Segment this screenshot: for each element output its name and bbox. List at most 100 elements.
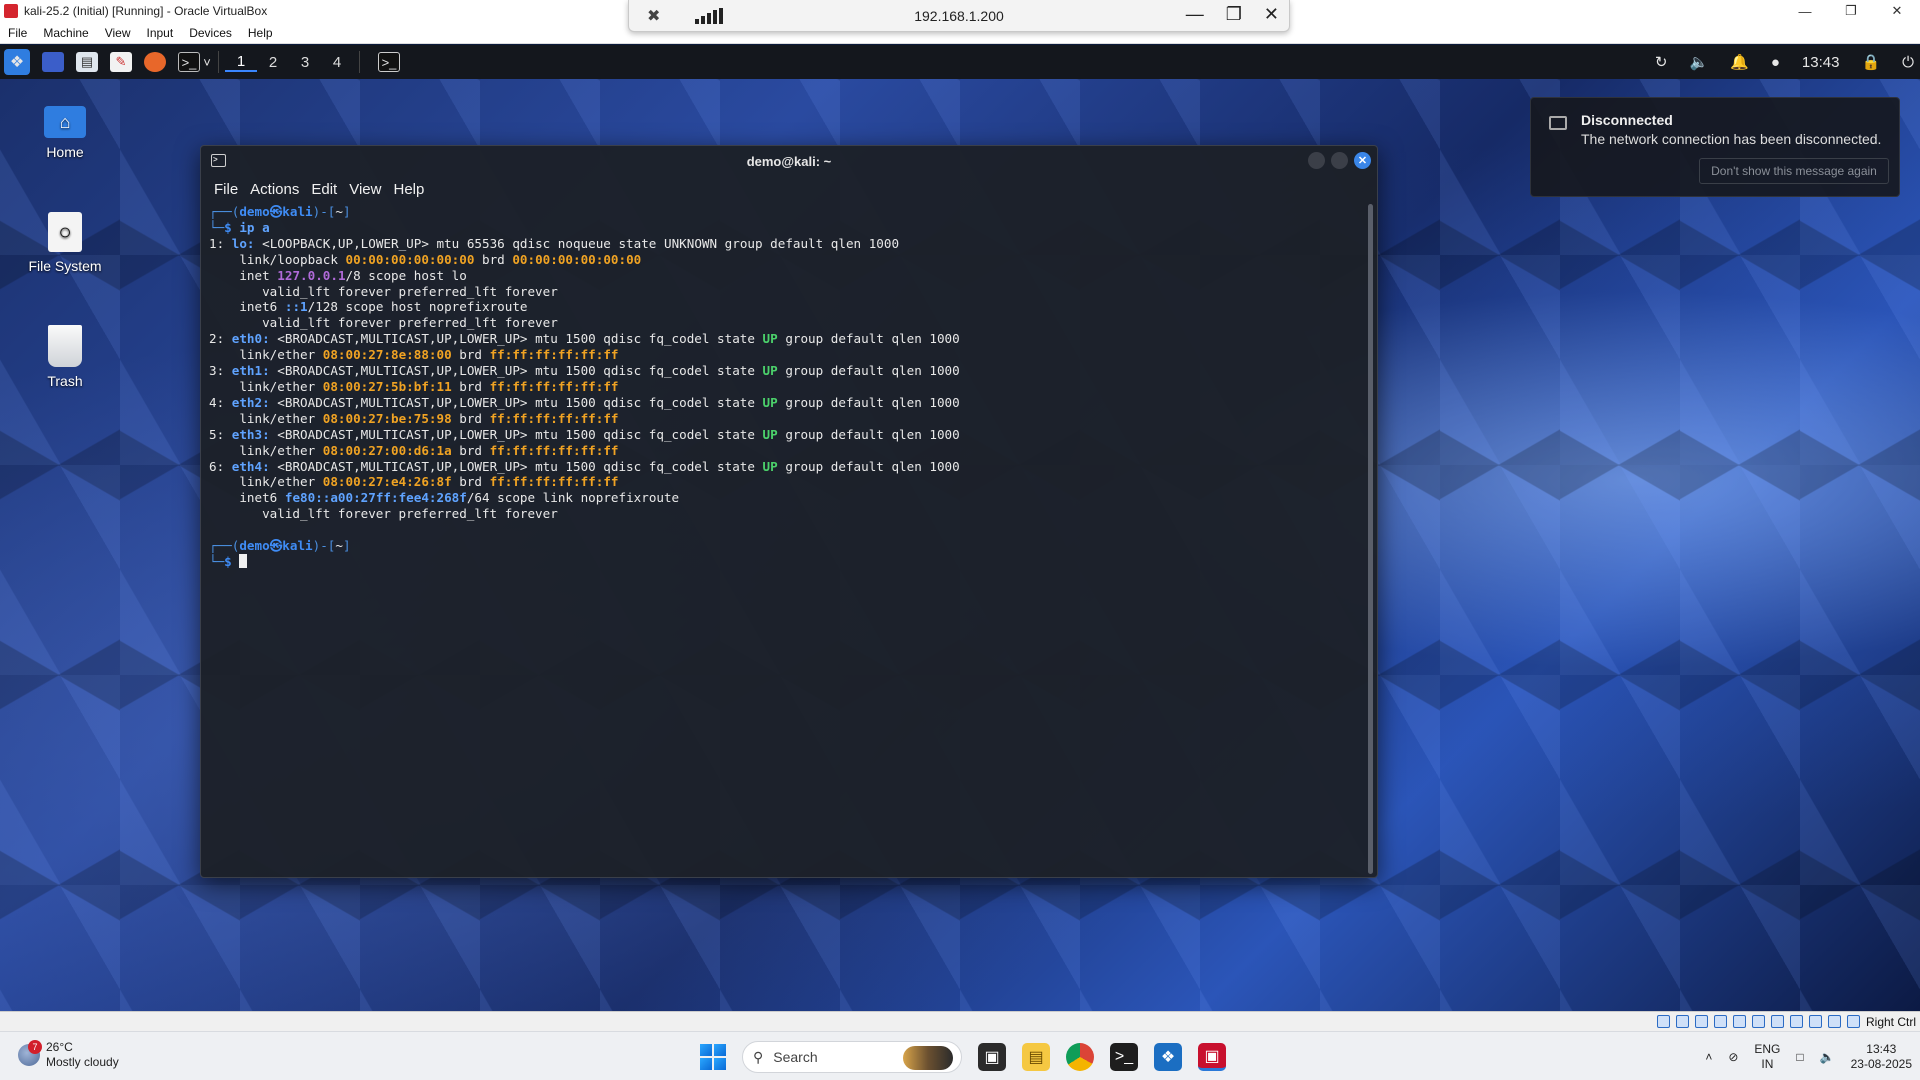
- lock-icon[interactable]: 🔒: [1861, 53, 1880, 71]
- workspace-1[interactable]: 1: [225, 53, 257, 72]
- workspace-2[interactable]: 2: [257, 54, 289, 71]
- terminal-close-button[interactable]: ✕: [1354, 152, 1371, 169]
- virtualbox-taskbar-icon[interactable]: ▣: [1198, 1043, 1226, 1071]
- terminal-menu-view[interactable]: View: [349, 181, 381, 198]
- chevron-up-icon[interactable]: ˄: [1705, 1050, 1712, 1064]
- refresh-icon[interactable]: ↻: [1655, 53, 1668, 71]
- usb-icon[interactable]: [1732, 1015, 1746, 1028]
- terminal-launcher-icon[interactable]: >_: [178, 52, 200, 72]
- weather-widget[interactable]: 7 26°C Mostly cloudy: [18, 1040, 119, 1070]
- desktop-icon-label: File System: [28, 258, 102, 274]
- file-manager-icon[interactable]: ▤: [76, 52, 98, 72]
- windows-start-icon[interactable]: [700, 1044, 726, 1070]
- dont-show-again-button[interactable]: Don't show this message again: [1699, 158, 1889, 184]
- search-placeholder: Search: [773, 1049, 818, 1065]
- recording-icon[interactable]: [1789, 1015, 1803, 1028]
- home-icon: ⌂: [44, 106, 86, 138]
- terminal-menu-actions[interactable]: Actions: [250, 181, 299, 198]
- kali-top-panel: ❖ ▤ ✎ >_ ˅ 1 2 3 4 >_ ↻ 🔈 🔔 ● 13:43 🔒 ⏻: [0, 45, 1920, 79]
- vbox-window-title: kali-25.2 (Initial) [Running] - Oracle V…: [24, 4, 268, 18]
- remote-minimize-button[interactable]: —: [1186, 4, 1204, 25]
- taskbar-search-box[interactable]: ⚲ Search: [742, 1041, 962, 1073]
- workspace-3[interactable]: 3: [289, 54, 321, 71]
- hard-disk-icon[interactable]: [1656, 1015, 1670, 1028]
- network-icon[interactable]: ●: [1771, 54, 1780, 71]
- terminal-title-bar[interactable]: > demo@kali: ~ ✕: [201, 146, 1377, 176]
- panel-clock[interactable]: 13:43: [1802, 54, 1840, 71]
- desktop-icon-trash[interactable]: Trash: [10, 325, 120, 389]
- taskbar-clock[interactable]: 13:43 23-08-2025: [1851, 1042, 1912, 1072]
- display-icon[interactable]: [1770, 1015, 1784, 1028]
- weather-desc: Mostly cloudy: [46, 1055, 119, 1069]
- cpu-icon[interactable]: [1808, 1015, 1822, 1028]
- desktop-icon-file-system[interactable]: ○ File System: [10, 212, 120, 274]
- desktop-icon-home[interactable]: ⌂ Home: [10, 106, 120, 160]
- virtualbox-icon: [4, 4, 18, 18]
- terminal-menu-file[interactable]: File: [214, 181, 238, 198]
- terminal-minimize-button[interactable]: [1308, 152, 1325, 169]
- windows-taskbar: 7 26°C Mostly cloudy ⚲ Search ▣ ▤ >_ ❖ ▣…: [0, 1031, 1920, 1080]
- vbox-menu-machine[interactable]: Machine: [35, 26, 96, 40]
- drive-icon: ○: [48, 212, 82, 252]
- disconnected-notification: Disconnected The network connection has …: [1530, 97, 1900, 197]
- host-key-label: Right Ctrl: [1865, 1014, 1916, 1029]
- vbox-status-bar: Right Ctrl: [0, 1011, 1920, 1031]
- vscode-icon[interactable]: ❖: [1154, 1043, 1182, 1071]
- speaker-icon[interactable]: 🔈: [1820, 1050, 1835, 1064]
- chevron-down-icon[interactable]: ˅: [202, 52, 212, 72]
- firefox-icon[interactable]: [144, 52, 166, 72]
- notification-bell-icon[interactable]: 🔔: [1730, 53, 1749, 71]
- mouse-integration-icon[interactable]: [1827, 1015, 1841, 1028]
- shared-folders-icon[interactable]: [1751, 1015, 1765, 1028]
- vbox-menu-devices[interactable]: Devices: [181, 26, 240, 40]
- system-tray: ˄ ⊘ ENG IN □ 🔈 13:43 23-08-2025: [1705, 1038, 1912, 1076]
- search-icon: ⚲: [753, 1048, 764, 1065]
- wifi-off-icon[interactable]: ⊘: [1728, 1050, 1738, 1064]
- cloud-icon: 7: [18, 1040, 42, 1066]
- vbox-menu-help[interactable]: Help: [240, 26, 281, 40]
- audio-icon[interactable]: [1694, 1015, 1708, 1028]
- network-disconnected-icon: [1549, 116, 1567, 130]
- terminal-maximize-button[interactable]: [1331, 152, 1348, 169]
- notification-title: Disconnected: [1581, 112, 1673, 128]
- close-button[interactable]: ✕: [1874, 0, 1920, 22]
- keyboard-icon[interactable]: [1846, 1015, 1860, 1028]
- monitor-icon[interactable]: □: [1796, 1050, 1803, 1064]
- task-view-icon[interactable]: ▣: [978, 1043, 1006, 1071]
- optical-drive-icon[interactable]: [1675, 1015, 1689, 1028]
- vbox-menu-file[interactable]: File: [0, 26, 35, 40]
- weather-temp: 26°C: [46, 1040, 73, 1054]
- text-cursor: [239, 553, 248, 568]
- remote-connection-bar: ✖ 192.168.1.200 — ❐ ✕: [628, 0, 1290, 32]
- terminal-menu-help[interactable]: Help: [393, 181, 424, 198]
- terminal-title: demo@kali: ~: [746, 153, 832, 169]
- power-icon[interactable]: ⏻: [1902, 54, 1914, 71]
- desktop-icon-label: Trash: [47, 373, 83, 389]
- terminal-menu-edit[interactable]: Edit: [311, 181, 337, 198]
- terminal-task-icon[interactable]: >_: [378, 52, 400, 72]
- windows-terminal-icon[interactable]: >_: [1110, 1043, 1138, 1071]
- weather-badge: 7: [28, 1040, 42, 1054]
- terminal-output[interactable]: ┌──(demo㉿kali)-[~] └─$ ip a 1: lo: <LOOP…: [209, 204, 1363, 871]
- vbox-menu-input[interactable]: Input: [139, 26, 182, 40]
- desktop-icon-label: Home: [46, 144, 84, 160]
- kali-menu-icon[interactable]: ❖: [4, 49, 30, 75]
- volume-icon[interactable]: 🔈: [1689, 53, 1708, 71]
- file-explorer-icon[interactable]: ▤: [1022, 1043, 1050, 1071]
- remote-restore-button[interactable]: ❐: [1226, 4, 1242, 25]
- minimize-button[interactable]: —: [1782, 0, 1828, 22]
- notification-body: The network connection has been disconne…: [1581, 131, 1882, 147]
- network-adapter-icon[interactable]: [1713, 1015, 1727, 1028]
- remote-close-button[interactable]: ✕: [1264, 4, 1279, 25]
- chrome-icon[interactable]: [1066, 1043, 1094, 1071]
- show-desktop-icon[interactable]: [42, 52, 64, 72]
- restore-button[interactable]: ❐: [1828, 0, 1874, 22]
- terminal-scrollbar[interactable]: [1368, 204, 1373, 874]
- language-indicator[interactable]: ENG IN: [1754, 1042, 1780, 1072]
- vbox-menu-view[interactable]: View: [97, 26, 139, 40]
- trash-icon: [48, 325, 82, 367]
- workspace-4[interactable]: 4: [321, 54, 353, 71]
- terminal-window: > demo@kali: ~ ✕ File Actions Edit View …: [200, 145, 1378, 878]
- text-editor-icon[interactable]: ✎: [110, 52, 132, 72]
- terminal-menu-bar: File Actions Edit View Help: [201, 176, 1377, 202]
